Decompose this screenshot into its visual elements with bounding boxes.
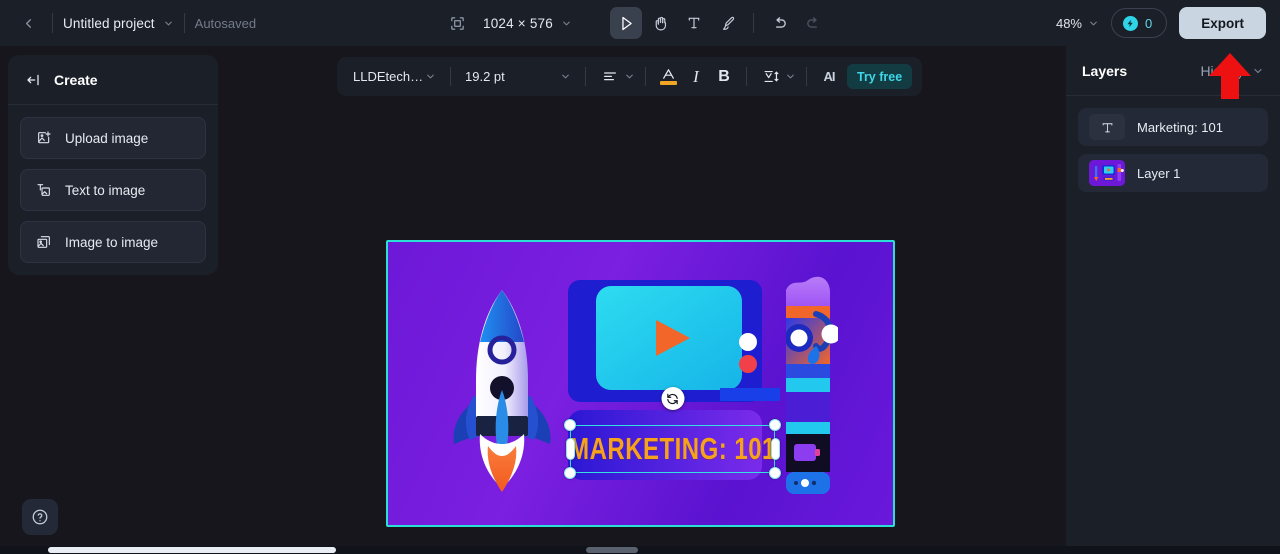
select-tool[interactable] (610, 7, 642, 39)
create-panel-header: Create (8, 55, 218, 105)
project-name[interactable]: Untitled project (63, 16, 155, 31)
brush-tool[interactable] (712, 7, 744, 39)
text-align-icon[interactable] (596, 63, 624, 90)
divider (753, 13, 754, 33)
autosaved-label: Autosaved (194, 15, 257, 31)
credits-count: 0 (1145, 15, 1153, 31)
chevron-down-icon[interactable] (624, 71, 635, 82)
back-button[interactable] (14, 9, 42, 37)
top-bar: Untitled project Autosaved 1024 × 576 48… (0, 0, 1280, 46)
divider (645, 67, 646, 86)
layer-name: Layer 1 (1137, 165, 1181, 181)
export-button[interactable]: Export (1179, 7, 1266, 39)
resize-canvas-icon[interactable] (443, 9, 471, 37)
create-panel: Create Upload image Text to image Image … (8, 55, 218, 275)
text-to-image-label: Text to image (65, 182, 146, 198)
image-to-image-label: Image to image (65, 234, 159, 250)
line-spacing-control[interactable] (755, 63, 798, 90)
layer-name: Marketing: 101 (1137, 119, 1223, 135)
help-button[interactable] (22, 499, 58, 535)
hand-tool[interactable] (644, 7, 676, 39)
resize-handle-bottom-left[interactable] (564, 467, 576, 479)
credits-badge[interactable]: 0 (1111, 8, 1168, 38)
text-tool[interactable] (678, 7, 710, 39)
font-family-value: LLDEtech… (353, 69, 423, 84)
canvas-dimensions: 1024 × 576 (483, 15, 553, 31)
resize-handle-bottom-right[interactable] (769, 467, 781, 479)
text-align-control[interactable] (594, 63, 637, 90)
divider (183, 13, 185, 33)
text-layer-icon (1089, 114, 1125, 140)
chevron-down-icon[interactable] (1088, 18, 1099, 29)
text-to-image-icon (36, 182, 52, 198)
layers-panel: Layers History Marketing: 101 Layer 1 (1066, 46, 1280, 554)
layers-list: Marketing: 101 Layer 1 (1066, 96, 1280, 204)
create-panel-body: Upload image Text to image Image to imag… (8, 105, 218, 275)
artboard[interactable]: MARKETING: 101 (386, 240, 895, 527)
device-column-illustration[interactable] (786, 272, 838, 502)
canvas-size-control: 1024 × 576 (443, 0, 572, 46)
chevron-down-icon[interactable] (560, 71, 571, 82)
text-color-a-icon[interactable] (654, 63, 682, 90)
line-spacing-icon[interactable] (757, 63, 785, 90)
try-free-button[interactable]: Try free (847, 64, 913, 89)
redo-button[interactable] (797, 7, 829, 39)
bold-b-icon[interactable]: B (710, 63, 738, 90)
chevron-down-icon[interactable] (163, 18, 174, 29)
image-to-image-icon (36, 234, 52, 250)
image-layer-thumbnail (1089, 160, 1125, 186)
layer-row[interactable]: Marketing: 101 (1078, 108, 1268, 146)
chevron-down-icon[interactable] (1252, 65, 1264, 77)
resize-handle-left[interactable] (565, 438, 575, 460)
rocket-illustration[interactable] (440, 284, 564, 496)
text-color-swatch (659, 81, 677, 85)
rotate-handle-icon[interactable] (661, 387, 684, 410)
zoom-level[interactable]: 48% (1056, 16, 1082, 31)
chevron-down-icon[interactable] (561, 18, 572, 29)
collapse-panel-icon[interactable] (26, 72, 42, 88)
selection-outline (570, 425, 775, 473)
top-bar-right: 48% 0 Export (1056, 0, 1266, 46)
divider (806, 67, 807, 86)
horizontal-scrollbar-track[interactable] (0, 546, 1280, 554)
create-panel-title: Create (54, 71, 98, 88)
tab-layers[interactable]: Layers (1082, 63, 1127, 79)
italic-i-icon[interactable]: I (682, 63, 710, 90)
chevron-down-icon[interactable] (425, 71, 436, 82)
divider (746, 67, 747, 86)
chevron-down-icon[interactable] (785, 71, 796, 82)
layer-row[interactable]: Layer 1 (1078, 154, 1268, 192)
divider (585, 67, 586, 86)
upload-image-label: Upload image (65, 130, 149, 146)
undo-button[interactable] (763, 7, 795, 39)
ai-sparkle-icon[interactable]: AI (815, 63, 843, 90)
resize-handle-right[interactable] (770, 438, 780, 460)
text-to-image-button[interactable]: Text to image (20, 169, 206, 211)
app-root: Untitled project Autosaved 1024 × 576 48… (0, 0, 1280, 554)
tool-group (610, 7, 829, 39)
horizontal-scrollbar-thumb-secondary[interactable] (586, 547, 638, 553)
image-to-image-button[interactable]: Image to image (20, 221, 206, 263)
resize-handle-top-right[interactable] (769, 419, 781, 431)
upload-image-button[interactable]: Upload image (20, 117, 206, 159)
font-family-select[interactable]: LLDEtech… (347, 63, 442, 90)
tab-history[interactable]: History (1200, 63, 1244, 79)
horizontal-scrollbar-thumb[interactable] (48, 547, 336, 553)
divider (52, 13, 53, 33)
font-size-select[interactable]: 19.2 pt (459, 63, 577, 90)
text-format-toolbar: LLDEtech… 19.2 pt I B AI Try free (337, 57, 923, 96)
upload-image-icon (36, 130, 52, 146)
top-bar-left: Untitled project Autosaved (0, 0, 256, 46)
divider (450, 67, 451, 86)
canvas-area[interactable]: MARKETING: 101 (386, 240, 895, 527)
font-size-value: 19.2 pt (465, 69, 505, 84)
text-selection[interactable]: MARKETING: 101 (564, 387, 781, 479)
layers-panel-header: Layers History (1066, 46, 1280, 96)
resize-handle-top-left[interactable] (564, 419, 576, 431)
credit-coin-icon (1123, 15, 1138, 31)
